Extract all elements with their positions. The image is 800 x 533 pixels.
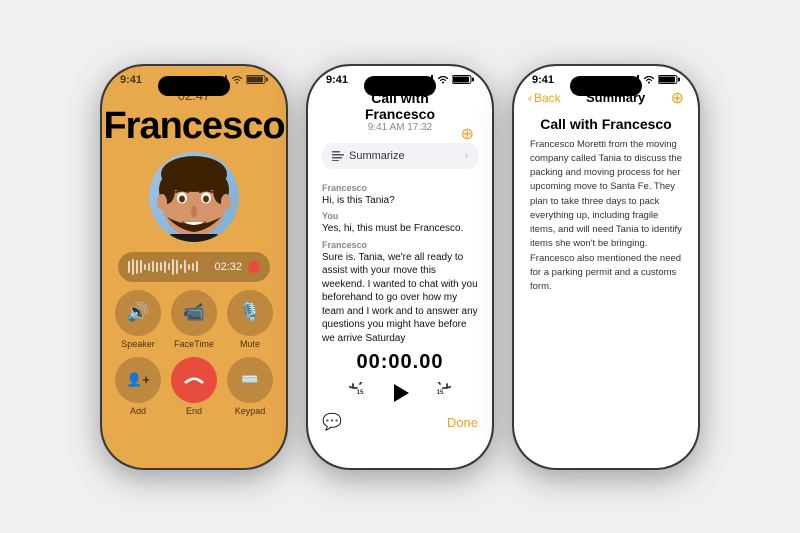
playback-controls: 15 15 [322,378,478,408]
message-2: Francesco Sure is. Tania, we're all read… [322,240,478,346]
battery-icon-1 [246,75,268,84]
skip-forward-button[interactable]: 15 [429,382,451,404]
transcript-options-icon[interactable]: ⊕ [461,124,474,144]
playback-time: 00:00.00 [322,351,478,374]
dynamic-island-2 [364,76,436,96]
avatar [149,152,239,242]
summary-content: Call with Francesco Francesco Moretti fr… [514,114,698,307]
battery-icon-3 [658,75,680,84]
play-button[interactable] [385,378,415,408]
time-1: 9:41 [120,74,142,86]
transcript-subtitle: 9:41 AM 17:32 [338,122,462,133]
play-icon [387,380,413,406]
summary-body: Francesco Moretti from the moving compan… [530,138,682,295]
summarize-label: Summarize [349,150,405,162]
facetime-button[interactable]: 📹 FaceTime [170,290,218,349]
chat-icon[interactable]: 💬 [322,412,342,432]
summarize-chevron: › [465,150,468,161]
summary-title: Call with Francesco [530,116,682,132]
summarize-icon [332,151,344,161]
dynamic-island-3 [570,76,642,96]
playback-section: 00:00.00 15 [308,351,492,408]
phone-2: 9:41 [306,64,494,470]
mute-button[interactable]: 🎙️ Mute [226,290,274,349]
caller-name: Francesco [102,105,286,148]
share-icon[interactable]: ⊕ [671,88,684,108]
phone-3: 9:41 [512,64,700,470]
wifi-icon-1 [231,75,243,84]
call-bottom-row: 👤+ Add End ⌨️ Keypad [114,357,274,416]
record-dot [248,261,260,273]
back-button[interactable]: ‹ Back [528,91,561,105]
back-chevron-icon: ‹ [528,91,532,105]
time-3: 9:41 [532,74,554,86]
memoji-svg [149,152,239,242]
transcript-messages: Francesco Hi, is this Tania? You Yes, hi… [308,173,492,346]
waveform [128,258,208,276]
wifi-icon-3 [643,75,655,84]
add-button[interactable]: 👤+ Add [114,357,162,416]
summarize-button[interactable]: Summarize › [322,143,478,169]
avatar-container [102,152,286,242]
recording-time: 02:32 [214,261,242,273]
done-button[interactable]: Done [447,415,478,430]
recording-bar: 02:32 [118,252,270,282]
end-call-icon [183,375,205,385]
speaker-button[interactable]: 🔊 Speaker [114,290,162,349]
keypad-button[interactable]: ⌨️ Keypad [226,357,274,416]
skip-back-button[interactable]: 15 [349,382,371,404]
wifi-icon-2 [437,75,449,84]
phone-1: 9:41 02:47 [100,64,288,470]
time-2: 9:41 [326,74,348,86]
dynamic-island-1 [158,76,230,96]
battery-icon-2 [452,75,474,84]
call-controls: 🔊 Speaker 📹 FaceTime 🎙️ Mute [114,290,274,349]
message-0: Francesco Hi, is this Tania? [322,183,478,208]
transcript-footer: 💬 Done [308,408,492,444]
end-call-button[interactable]: End [170,357,218,416]
message-1: You Yes, hi, this must be Francesco. [322,211,478,236]
